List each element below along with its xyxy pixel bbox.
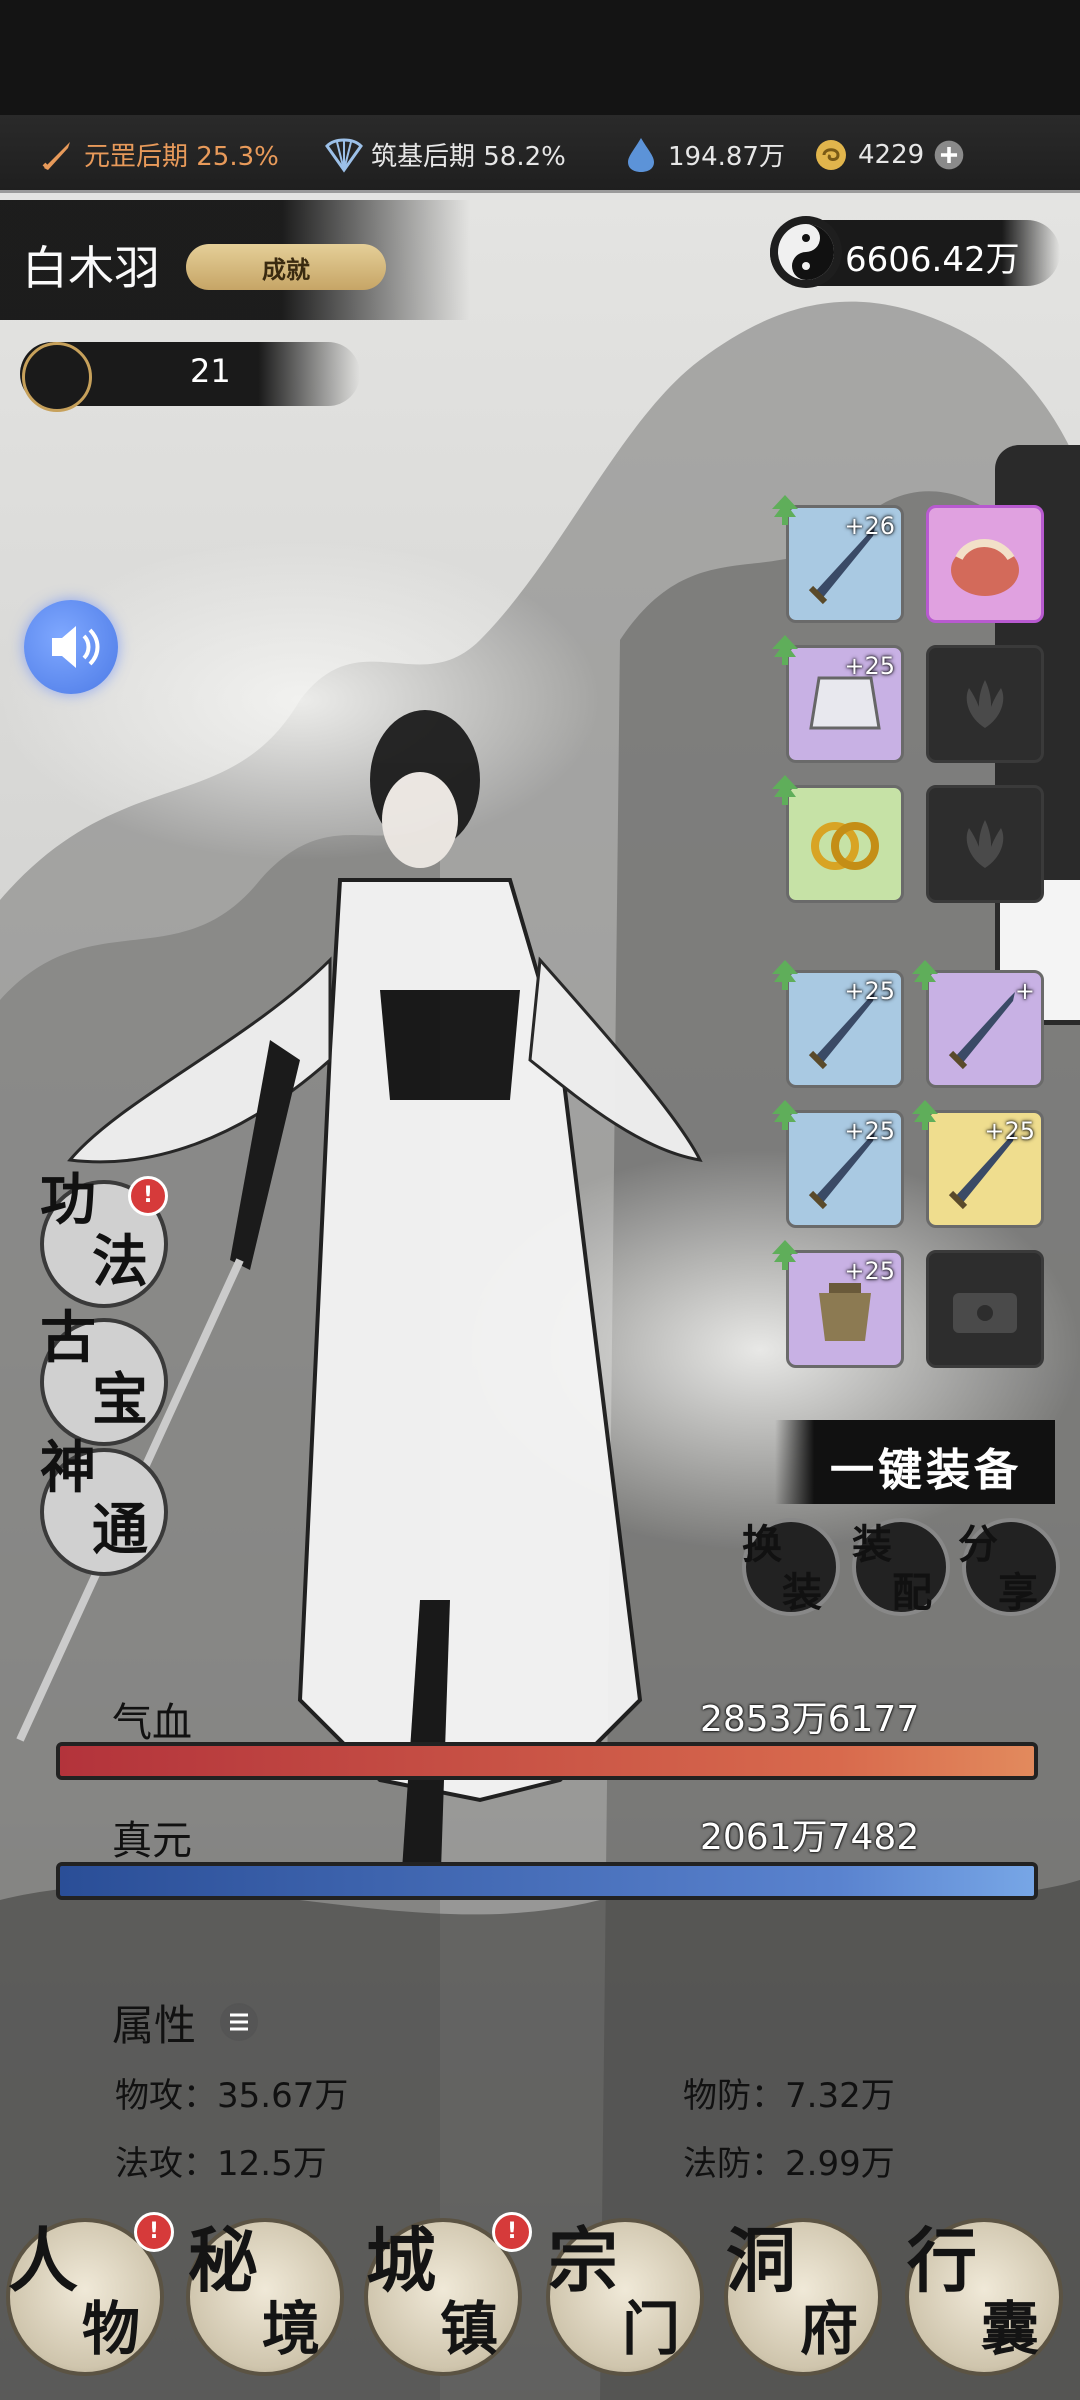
assemble-label-bottom: 配 (892, 1569, 932, 1616)
yin-yang-icon (770, 216, 842, 288)
skill-label-top: 功 (40, 1167, 96, 1233)
achievement-label: 成就 (262, 254, 310, 284)
nav-label-sub: 囊 (981, 2295, 1040, 2363)
upgrade-arrow-icon (772, 635, 798, 665)
enhance-level: +25 (844, 652, 895, 680)
enhance-level: +25 (984, 1117, 1035, 1145)
mp-bar (56, 1862, 1038, 1900)
lotus-icon (966, 820, 1004, 868)
skill-label-bottom: 宝 (92, 1367, 148, 1433)
enhance-level: +25 (844, 1117, 895, 1145)
skill-label-bottom: 法 (92, 1229, 148, 1295)
upgrade-arrow-icon (912, 960, 938, 990)
assemble-label-top: 装 (852, 1521, 892, 1568)
level-value: 21 (190, 352, 231, 390)
skill-label-bottom: 通 (92, 1497, 148, 1563)
nav-label-main: 宗 (548, 2219, 618, 2302)
attributes-title: 属性 (112, 2001, 197, 2050)
equipment-slot-cauldron[interactable]: +25 (786, 1250, 904, 1368)
hp-label: 气血 (112, 1700, 192, 1746)
equipment-slot-dagger[interactable]: +26 (786, 505, 904, 623)
swap-label-top: 换 (742, 1521, 782, 1568)
swap-label-bottom: 装 (782, 1569, 822, 1616)
equipment-slot-sword[interactable]: + (926, 970, 1044, 1088)
rings-icon (811, 822, 879, 870)
equipment-slot-sword[interactable]: +25 (786, 1110, 904, 1228)
upgrade-arrow-icon (772, 1100, 798, 1130)
nav-label-sub: 府 (800, 2295, 859, 2363)
nav-label-sub: 门 (622, 2295, 681, 2363)
skill-label-top: 神 (40, 1435, 96, 1501)
upgrade-arrow-icon (772, 1240, 798, 1270)
spirit-stone-resource[interactable]: 194.87万 (622, 117, 785, 192)
nav-label-main: 城 (366, 2219, 436, 2302)
achievement-button[interactable]: 成就 (186, 244, 386, 290)
magic-attack: 法攻：12.5万 (115, 2144, 327, 2184)
equipment-slot-pouch[interactable] (926, 505, 1044, 623)
one-key-equip-label: 一键装备 (830, 1445, 1022, 1496)
foundation-realm-resource[interactable]: 筑基后期 58.2% (325, 117, 566, 192)
top-decor-band (0, 0, 1080, 115)
nav-label-sub: 物 (82, 2295, 141, 2363)
equipment-slot-armor[interactable]: +25 (786, 645, 904, 763)
hp-value: 2853万6177 (700, 1699, 920, 1740)
realm-level-icon (22, 342, 92, 412)
plus-icon[interactable] (932, 138, 966, 172)
physical-defense: 物防：7.32万 (683, 2076, 895, 2116)
equipment-slot-locked[interactable] (926, 1250, 1044, 1368)
upgrade-arrow-icon (772, 960, 798, 990)
equipment-slot-rings[interactable] (786, 785, 904, 903)
upgrade-arrow-icon (912, 1100, 938, 1130)
nav-label-sub: 境 (262, 2295, 321, 2363)
notification-badge: ! (128, 1176, 168, 1216)
physical-attack: 物攻：35.67万 (115, 2076, 349, 2116)
spirit-drop-icon (628, 137, 654, 172)
notification-badge: ! (492, 2212, 532, 2252)
player-name: 白木羽 (22, 241, 160, 295)
coin-resource[interactable]: 4229 (812, 117, 966, 192)
spirit-stone-text: 194.87万 (668, 142, 785, 172)
fan-icon (325, 138, 363, 173)
enhance-level: + (1014, 977, 1035, 1005)
lotus-icon (966, 680, 1004, 728)
mp-value: 2061万7482 (700, 1817, 920, 1858)
magic-defense: 法防：2.99万 (683, 2144, 895, 2184)
nav-label-main: 行 (907, 2219, 977, 2302)
pouch-icon (951, 539, 1019, 596)
share-label-top: 分 (958, 1521, 998, 1568)
equipment-slot-lotus[interactable] (926, 785, 1044, 903)
sound-toggle-button[interactable] (24, 600, 118, 694)
nav-label-sub: 镇 (440, 2295, 499, 2363)
equipment-slot-sword[interactable]: +25 (786, 970, 904, 1088)
locked-icon (953, 1293, 1017, 1333)
enhance-level: +26 (844, 512, 895, 540)
cultivation-realm-text: 元罡后期 25.3% (84, 142, 279, 172)
notification-badge: ! (134, 2212, 174, 2252)
upgrade-arrow-icon (772, 495, 798, 525)
enhance-level: +25 (844, 1257, 895, 1285)
cultivation-realm-resource[interactable]: 元罡后期 25.3% (38, 117, 279, 192)
equipment-slot-sword[interactable]: +25 (926, 1110, 1044, 1228)
nav-label-main: 洞 (726, 2219, 796, 2302)
hp-bar (56, 1742, 1038, 1780)
share-label-bottom: 享 (998, 1569, 1038, 1616)
enhance-level: +25 (844, 977, 895, 1005)
foundation-realm-text: 筑基后期 58.2% (371, 142, 566, 172)
speaker-icon (52, 626, 100, 668)
currency-value: 6606.42万 (845, 240, 1020, 280)
skill-label-top: 古 (40, 1305, 96, 1371)
upgrade-arrow-icon (772, 775, 798, 805)
equipment-slot-lotus[interactable] (926, 645, 1044, 763)
sword-icon (42, 141, 70, 170)
nav-label-main: 人 (8, 2219, 78, 2302)
nav-label-main: 秘 (188, 2219, 258, 2302)
coin-text: 4229 (858, 139, 925, 170)
coin-icon (816, 139, 846, 170)
mp-label: 真元 (112, 1818, 192, 1864)
list-icon[interactable] (220, 2003, 258, 2041)
